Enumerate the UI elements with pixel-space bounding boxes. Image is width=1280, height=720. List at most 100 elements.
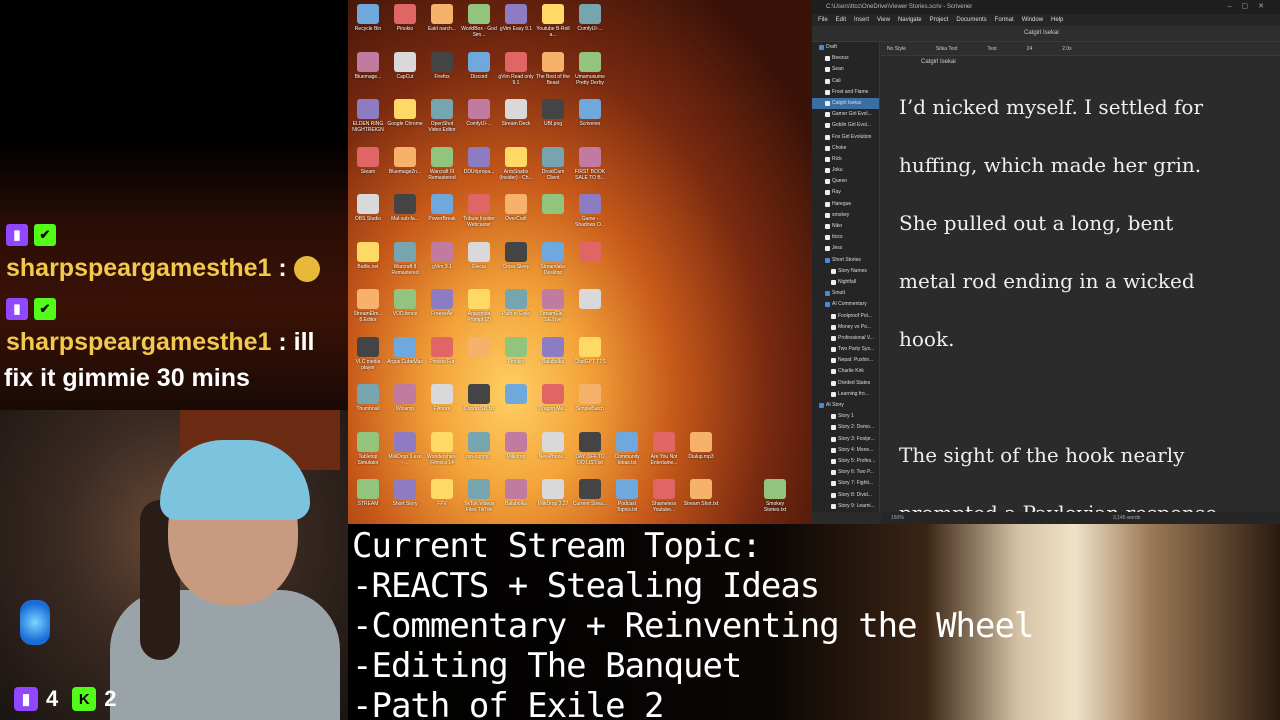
desktop-icon[interactable]: Podcast Topics.txt (609, 479, 645, 513)
desktop-icon[interactable]: OBS Studio (350, 194, 386, 228)
desktop-icon[interactable]: Path of Exile (498, 289, 534, 323)
desktop-icon[interactable]: Pinokio (387, 4, 423, 38)
desktop-icon[interactable]: FIRST BOOK SALE TO B... (572, 146, 608, 181)
editor-pane[interactable]: No Style Sitka Text Text 24 2.0x Catgirl Ise… (881, 42, 1280, 524)
desktop-icon[interactable]: Condo SD.txt (461, 384, 497, 418)
desktop-icon[interactable]: NewPhone... (535, 431, 571, 466)
binder-item[interactable]: Story 6: Two P... (812, 467, 879, 478)
desktop-icon[interactable]: Youtube B-Roll a... (535, 4, 571, 38)
desktop-icon[interactable]: Wondershare Filmora 14 (424, 431, 460, 466)
desktop-icon[interactable]: Bluemage... (350, 51, 386, 86)
binder-item[interactable]: Story 5: Profes... (812, 456, 879, 467)
desktop-icon[interactable]: Current Strea... (572, 479, 608, 513)
binder-item[interactable]: Story 9: Learni... (812, 501, 879, 512)
desktop-icon[interactable]: Tabletop Simulator (350, 431, 386, 466)
desktop-icon[interactable]: StreamElm... 8.Editor (350, 289, 386, 323)
binder-item[interactable]: Rick (812, 154, 879, 165)
desktop-icon[interactable]: Community Ideas.txt (609, 431, 645, 466)
binder-item[interactable]: Story 7: Fighti... (812, 478, 879, 489)
binder-item[interactable]: Story 1 (812, 411, 879, 422)
desktop-icon[interactable]: VOD.fence (387, 289, 423, 323)
binder-item[interactable]: Haregue (812, 199, 879, 210)
desktop-icon[interactable]: FreeseAir (424, 289, 460, 323)
binder-item[interactable]: AI Story (812, 400, 879, 411)
desktop-icon[interactable]: Smokey Stories.txt (757, 479, 793, 513)
desktop-icon[interactable]: StreamEle... SE.Live (535, 289, 571, 323)
desktop-icon[interactable]: Thumbnail (350, 384, 386, 418)
binder-item[interactable]: Charlie Kirk (812, 366, 879, 377)
format-control[interactable]: Text (988, 42, 997, 55)
desktop-icon[interactable]: Stream Shot.txt (683, 479, 719, 513)
desktop-icon[interactable]: Short Story (387, 479, 423, 513)
desktop-icon[interactable]: Recycle Bin (350, 4, 386, 38)
menu-item-help[interactable]: Help (1051, 14, 1063, 26)
binder-item[interactable]: Ray (812, 187, 879, 198)
desktop-icon[interactable]: Dialup.mp3 (683, 431, 719, 466)
desktop-icon[interactable]: The Best of the Beast (535, 51, 571, 86)
binder-item[interactable]: Smutt (812, 288, 879, 299)
desktop-icon[interactable]: Eald narch... (424, 4, 460, 38)
desktop-icon[interactable]: run-comfy... (461, 431, 497, 466)
desktop-icon[interactable]: UBI.png (535, 99, 571, 133)
desktop-icon[interactable]: Google Chrome (387, 99, 423, 133)
binder-item[interactable]: Story 2: Demo... (812, 422, 879, 433)
binder-item[interactable]: Short Stories (812, 255, 879, 266)
desktop-icon[interactable]: CapCut (387, 51, 423, 86)
desktop-icon[interactable] (461, 336, 497, 371)
desktop-icon[interactable]: ChatGPT TTS (572, 336, 608, 371)
desktop-icon[interactable]: SimpleBatch (572, 384, 608, 418)
desktop-icon[interactable]: Pinokio (498, 336, 534, 371)
binder-item[interactable]: Beezus (812, 53, 879, 64)
binder-item[interactable]: Choke (812, 143, 879, 154)
format-control[interactable]: 24 (1027, 42, 1033, 55)
desktop-icon[interactable]: gVim Easy 9.1 (498, 4, 534, 38)
desktop-icon[interactable]: Scrivener (572, 99, 608, 133)
scrivener-window[interactable]: C:\Users\ttcc\OneDrive\Viewer Stories.sc… (812, 0, 1280, 524)
desktop-icon[interactable]: gVim 9.1 (424, 241, 460, 276)
binder-item[interactable]: AI Commentary (812, 299, 879, 310)
desktop-icon[interactable]: Warcraft III Remastered (424, 146, 460, 181)
desktop-icon[interactable]: OverCraft (498, 194, 534, 228)
desktop-icon[interactable]: gVim Read only 9.1 (498, 51, 534, 86)
menu-item-file[interactable]: File (818, 14, 828, 26)
menu-item-edit[interactable]: Edit (836, 14, 846, 26)
desktop-icon[interactable]: ComfyUI-... (572, 4, 608, 38)
desktop-icon[interactable]: Umamusume Pretty Derby (572, 51, 608, 86)
desktop-icon[interactable]: VLC media player (350, 336, 386, 371)
desktop-icon[interactable] (572, 289, 608, 323)
desktop-icon[interactable]: DroidCam Client (535, 146, 571, 181)
binder-item[interactable]: Professional V... (812, 333, 879, 344)
binder-item[interactable]: Nepal: Pushin... (812, 355, 879, 366)
menu-item-project[interactable]: Project (930, 14, 949, 26)
desktop-icon[interactable]: Firefox (424, 51, 460, 86)
desktop-icon[interactable]: OpenShot Video Editor (424, 99, 460, 133)
format-control[interactable]: Sitka Text (936, 42, 958, 55)
desktop-icon[interactable]: Discord (461, 51, 497, 86)
window-titlebar[interactable]: C:\Users\ttcc\OneDrive\Viewer Stories.sc… (812, 0, 1280, 14)
binder-item[interactable]: Story 3: Foolpr... (812, 434, 879, 445)
binder-item[interactable]: Learning fro... (812, 389, 879, 400)
binder-item[interactable]: Divided States (812, 378, 879, 389)
desktop-icon[interactable]: WorldBox - God Sim... (461, 4, 497, 38)
desktop-icon[interactable]: MilkDrop 3.exe - ... (387, 431, 423, 466)
desktop-icon[interactable]: Stream Deck (498, 99, 534, 133)
binder-item[interactable]: Story 8: Divid... (812, 490, 879, 501)
binder-item[interactable]: Gamer Girl Evol... (812, 109, 879, 120)
binder-item[interactable]: Joku (812, 165, 879, 176)
desktop-icon[interactable]: Milkdrop (498, 431, 534, 466)
menu-item-navigate[interactable]: Navigate (898, 14, 922, 26)
desktop-icon[interactable] (535, 194, 571, 228)
binder-item[interactable]: Catgirl Isekai (812, 97, 879, 110)
desktop-icon[interactable]: Game - Shadows O... (572, 194, 608, 228)
desktop-icon[interactable]: Pinokio Fur (424, 336, 460, 371)
desktop-icon[interactable]: DAY OFF TO DO LIST.txt (572, 431, 608, 466)
binder-item[interactable]: ttocs (812, 232, 879, 243)
binder-item[interactable]: Draft (812, 42, 879, 53)
desktop-icon[interactable]: Steam (350, 146, 386, 181)
binder-item[interactable]: Two Party Sys... (812, 344, 879, 355)
format-control[interactable]: No Style (887, 42, 906, 55)
desktop-icon[interactable]: Mal-sub-fa... (387, 194, 423, 228)
desktop-icon[interactable]: FFV (424, 479, 460, 513)
desktop-icon[interactable]: ArrisStudio (Insider) - Ch... (498, 146, 534, 181)
binder-item[interactable]: Nightfall (812, 277, 879, 288)
